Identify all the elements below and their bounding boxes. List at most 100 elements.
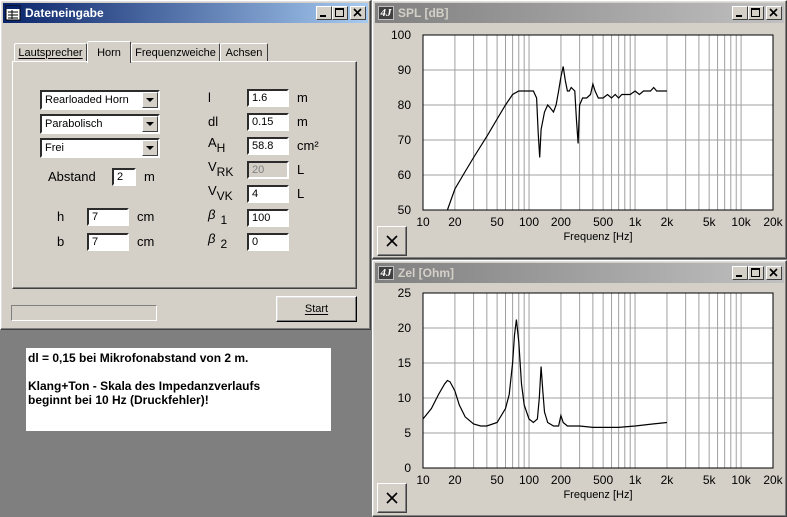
x-tick-label: 10: [416, 473, 430, 487]
x-tick-label: 10: [416, 215, 430, 229]
param-unit: cm²: [297, 138, 319, 153]
tab-horn[interactable]: Horn: [87, 41, 131, 63]
close-button[interactable]: [766, 266, 782, 280]
x-tick-label: 2k: [661, 215, 675, 229]
close-x-icon: [386, 235, 398, 247]
param-symbol: β2: [208, 231, 228, 251]
maximize-button[interactable]: [748, 266, 764, 280]
param-vvk-input[interactable]: 4: [247, 185, 289, 203]
param-symbol: VRK: [208, 159, 234, 179]
minimize-button[interactable]: [732, 6, 748, 20]
app-logo-icon: 4J: [378, 6, 394, 20]
minimize-icon: [320, 15, 326, 17]
progress-bar: [11, 305, 157, 321]
maximize-button[interactable]: [332, 6, 348, 20]
x-tick-label: 100: [519, 215, 539, 229]
b-input[interactable]: 7: [87, 233, 129, 251]
h-input[interactable]: 7: [87, 208, 129, 226]
y-tick-label: 70: [398, 133, 412, 147]
x-tick-label: 500: [593, 473, 613, 487]
tab-label: Horn: [97, 46, 121, 59]
x-tick-label: 5k: [703, 215, 717, 229]
note-line: [28, 365, 329, 379]
start-button[interactable]: Start: [276, 296, 357, 322]
plot-area: [423, 35, 773, 210]
y-tick-label: 80: [398, 98, 412, 112]
spl-title: SPL [dB]: [398, 6, 449, 20]
y-tick-label: 10: [398, 391, 412, 405]
zel-titlebar[interactable]: 4J Zel [Ohm]: [375, 263, 784, 283]
param-beta1-input[interactable]: 100: [247, 209, 289, 227]
chevron-down-icon[interactable]: [142, 92, 158, 108]
horn-profile-select[interactable]: Parabolisch: [40, 114, 160, 134]
close-x-icon: [386, 492, 398, 504]
tab-label: Achsen: [225, 46, 263, 59]
param-symbol: VVK: [208, 183, 233, 203]
param-ah-input[interactable]: 58.8: [247, 137, 289, 155]
param-dl-input[interactable]: 0.15: [247, 113, 289, 131]
x-tick-label: 10k: [731, 215, 751, 229]
y-tick-label: 0: [404, 461, 411, 475]
zel-window: 4J Zel [Ohm] 0 5 10 15 20 25 10 20 50 100 200 500 1k…: [372, 260, 787, 517]
spl-titlebar[interactable]: 4J SPL [dB]: [375, 3, 784, 23]
spl-reset-button[interactable]: [377, 226, 407, 256]
tab-achsen[interactable]: Achsen: [220, 43, 268, 61]
x-tick-label: 10k: [731, 473, 751, 487]
abstand-label: Abstand: [48, 169, 96, 184]
close-icon: [769, 8, 778, 17]
maximize-button[interactable]: [748, 6, 764, 20]
param-vrk-input: 20: [247, 161, 289, 179]
zel-reset-button[interactable]: [377, 483, 407, 513]
abstand-input[interactable]: 2: [112, 168, 136, 186]
horn-type-select[interactable]: Rearloaded Horn: [40, 90, 160, 110]
y-tick-label: 100: [391, 28, 411, 42]
horn-type-value: Rearloaded Horn: [45, 94, 129, 106]
app-logo-icon: 4J: [378, 266, 394, 280]
y-tick-label: 50: [398, 203, 412, 217]
minimize-icon: [736, 15, 742, 17]
horn-tab-panel: Rearloaded Horn Parabolisch Frei Abstand…: [12, 61, 357, 289]
x-tick-label: 100: [519, 473, 539, 487]
dateneingabe-titlebar[interactable]: Dateneingabe: [3, 3, 368, 23]
param-l-input[interactable]: 1.6: [247, 89, 289, 107]
b-label: b: [57, 234, 65, 249]
x-tick-label: 20k: [763, 215, 783, 229]
x-tick-label: 500: [593, 215, 613, 229]
x-tick-label: 200: [551, 473, 571, 487]
param-unit: m: [297, 90, 308, 105]
x-tick-label: 1k: [629, 215, 643, 229]
x-tick-label: 20: [448, 473, 462, 487]
param-symbol: AH: [208, 135, 226, 155]
note-line: Klang+Ton - Skala des Impedanzverlaufs: [28, 379, 261, 393]
param-unit: L: [297, 186, 305, 201]
minimize-button[interactable]: [316, 6, 332, 20]
dateneingabe-window: Dateneingabe Lautsprecher Horn Frequenzw…: [0, 0, 371, 330]
x-tick-label: 200: [551, 215, 571, 229]
tab-frequenzweiche[interactable]: Frequenzweiche: [131, 43, 220, 61]
annotation-note: dl = 0,15 bei Mikrofonabstand von 2 m. K…: [26, 348, 331, 431]
y-tick-label: 5: [404, 426, 411, 440]
chevron-down-icon[interactable]: [142, 140, 158, 156]
maximize-icon: [751, 8, 760, 17]
plot-area: [423, 293, 773, 468]
x-tick-label: 20k: [763, 473, 783, 487]
horn-profile-value: Parabolisch: [45, 118, 103, 130]
close-button[interactable]: [766, 6, 782, 20]
tab-label: Lautsprecher: [18, 46, 83, 59]
dialog-title: Dateneingabe: [25, 6, 104, 20]
param-beta2-input[interactable]: 0: [247, 233, 289, 251]
close-button[interactable]: [350, 6, 366, 20]
x-axis-label: Frequenz [Hz]: [563, 489, 632, 501]
spl-chart: 50 60 70 80 90 100 10 20 50 100 200 500 1k 2k 5k 10k 20k…: [391, 28, 784, 243]
start-button-label: Start: [304, 303, 329, 315]
chevron-down-icon[interactable]: [142, 116, 158, 132]
tab-label: Frequenzweiche: [135, 46, 216, 59]
tab-lautsprecher[interactable]: Lautsprecher: [14, 43, 87, 61]
close-icon: [769, 268, 778, 277]
minimize-icon: [736, 275, 742, 277]
horn-mount-select[interactable]: Frei: [40, 138, 160, 158]
maximize-icon: [751, 268, 760, 277]
b-unit: cm: [137, 234, 155, 249]
minimize-button[interactable]: [732, 266, 748, 280]
param-unit: m: [297, 114, 308, 129]
